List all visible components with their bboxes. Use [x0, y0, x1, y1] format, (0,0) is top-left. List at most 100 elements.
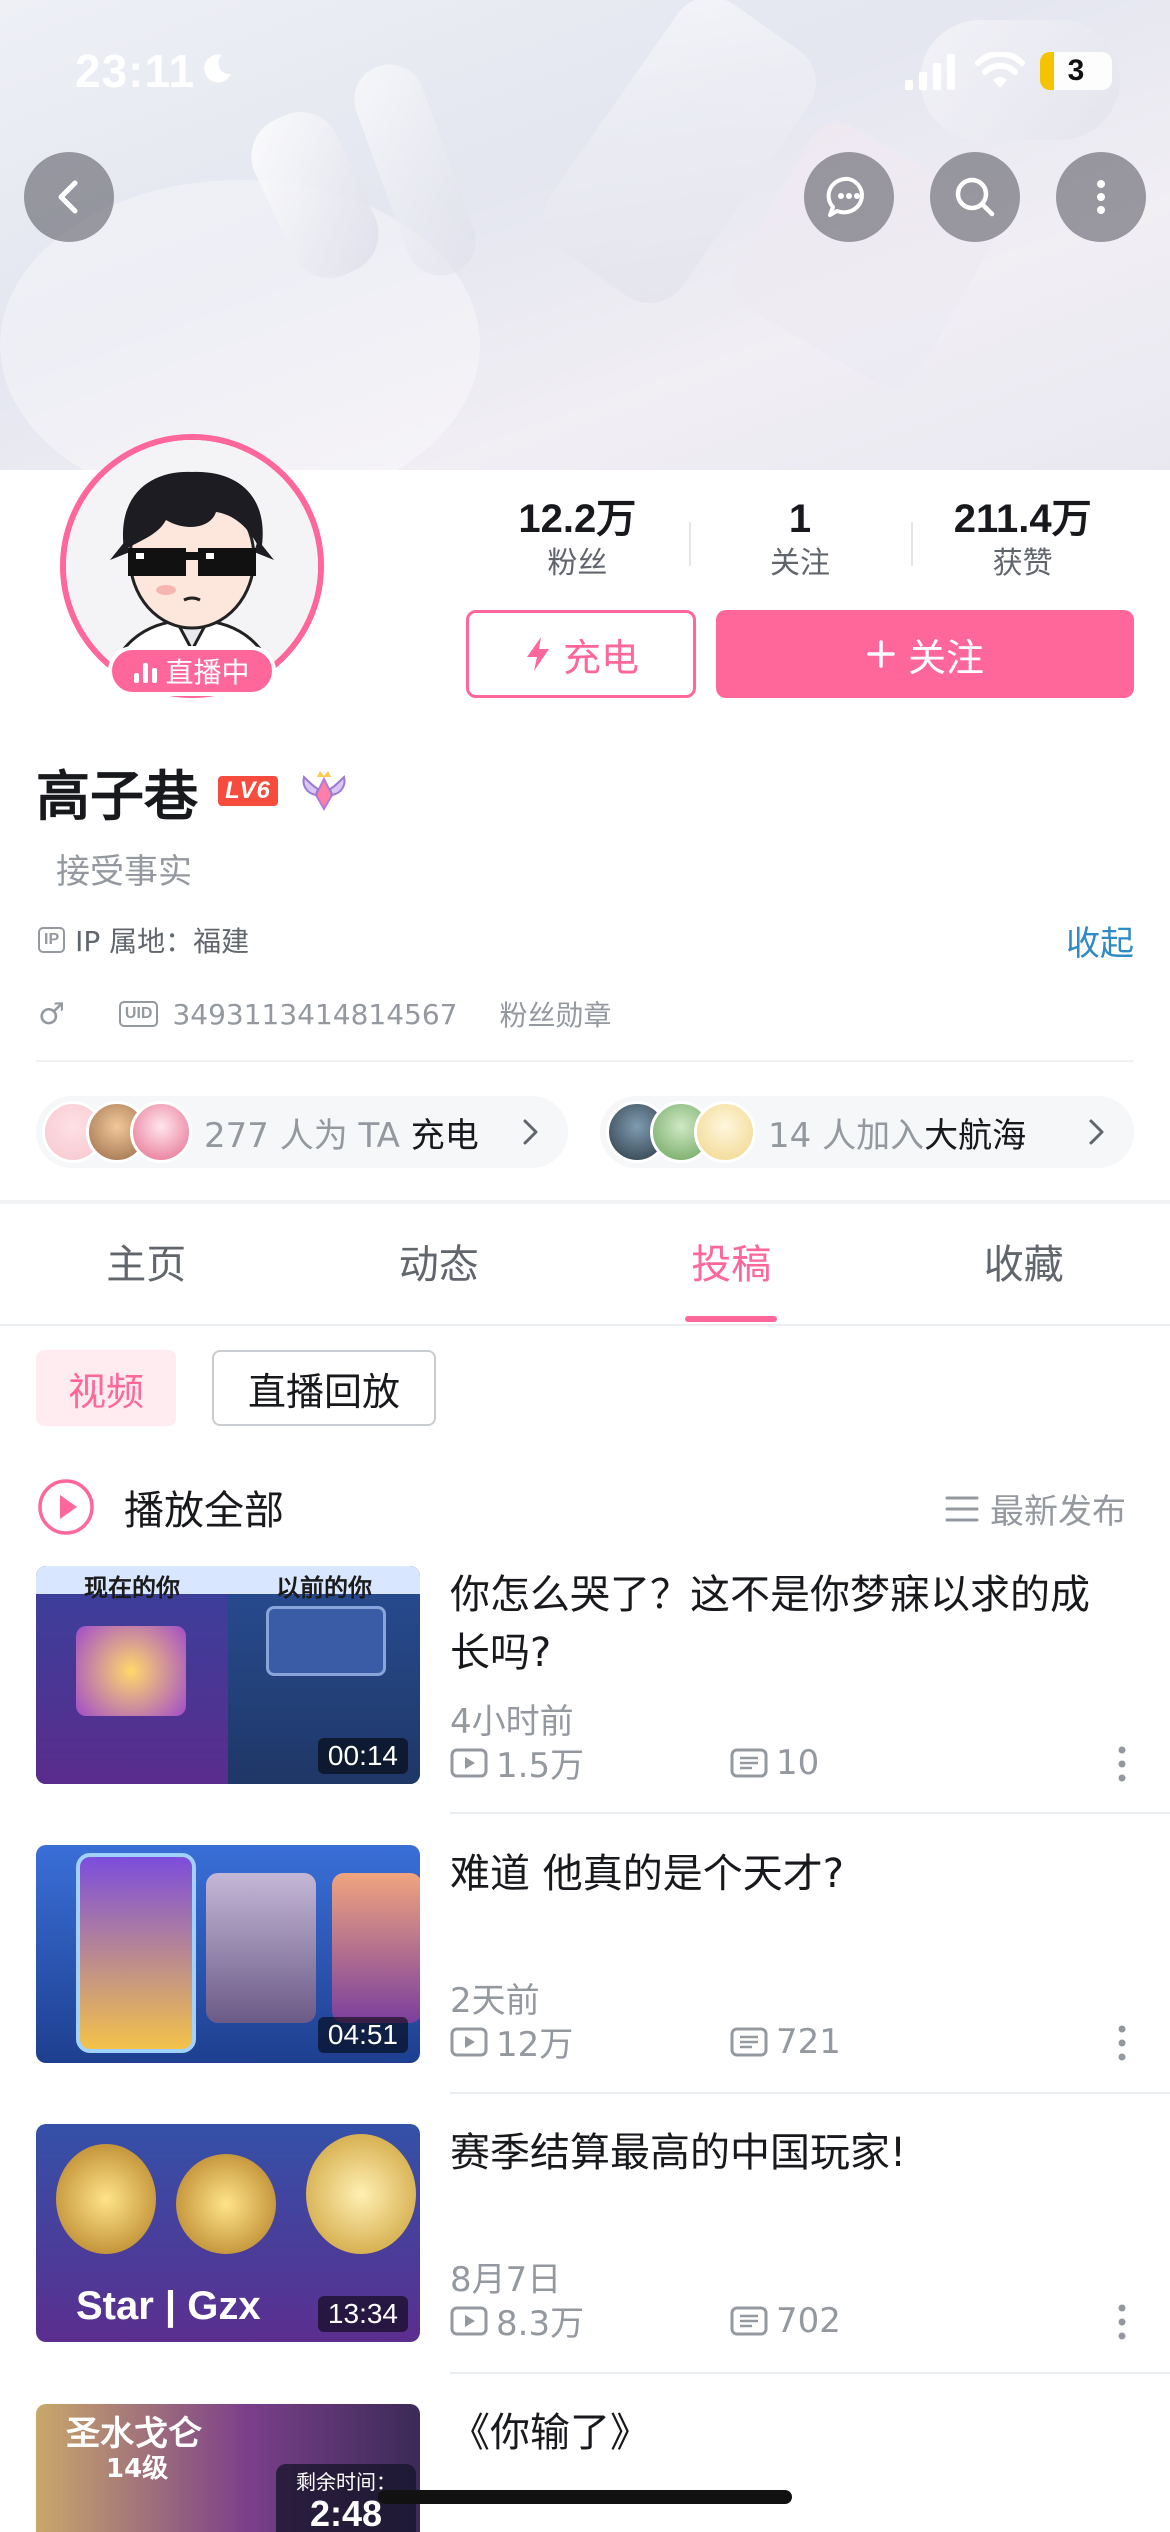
- video-item[interactable]: 04:51 难道 他真的是个天才? 2天前 12万 721: [0, 1845, 1170, 2115]
- thumbnail-image: [76, 1853, 196, 2053]
- collapse-link[interactable]: 收起: [1066, 916, 1134, 965]
- thumbnail-image: [76, 1626, 186, 1716]
- live-status-badge[interactable]: 直播中: [108, 646, 276, 696]
- more-vertical-icon[interactable]: [1108, 1742, 1136, 1786]
- avatar: [694, 1101, 756, 1163]
- charge-count: 277 人为 TA: [204, 1115, 400, 1156]
- status-time: 23:11: [75, 45, 196, 97]
- comment-count-value: 702: [776, 2300, 841, 2341]
- plus-icon: [867, 640, 895, 668]
- thumbnail-image: [56, 2144, 156, 2254]
- thumbnail-image: [306, 2134, 416, 2254]
- video-thumbnail[interactable]: 04:51: [36, 1845, 420, 2063]
- video-item[interactable]: 现在的你 以前的你 00:14 你怎么哭了？这不是你梦寐以求的成长吗? 4小时前…: [0, 1566, 1170, 1836]
- charge-button[interactable]: 充电: [466, 610, 696, 698]
- video-duration: 00:14: [317, 1738, 408, 1774]
- stat-fans[interactable]: 12.2万 粉丝: [466, 494, 689, 584]
- follow-button[interactable]: 关注: [716, 610, 1134, 698]
- list-sort-icon: [945, 1496, 979, 1521]
- video-item[interactable]: 圣水戈仑 14级 剩余时间： 2:48 《你输了》: [0, 2404, 1170, 2532]
- tab-dynamics[interactable]: 动态: [293, 1212, 586, 1322]
- video-title[interactable]: 你怎么哭了？这不是你梦寐以求的成长吗?: [450, 1566, 1110, 1682]
- video-duration: 04:51: [317, 2017, 408, 2053]
- thumbnail-text: 以前的你: [276, 1574, 372, 1602]
- crew-members-pill[interactable]: 14 人加入大航海: [600, 1096, 1134, 1168]
- video-thumbnail[interactable]: 圣水戈仑 14级 剩余时间： 2:48: [36, 2404, 420, 2532]
- more-vertical-icon[interactable]: [1108, 2300, 1136, 2344]
- play-all-label: 播放全部: [124, 1488, 284, 1534]
- follow-label: 关注: [907, 635, 984, 680]
- video-title[interactable]: 难道 他真的是个天才?: [450, 1845, 1110, 1903]
- fan-medal-link[interactable]: 粉丝勋章: [500, 994, 612, 1034]
- avatar: [130, 1101, 192, 1163]
- stat-likes[interactable]: 211.4万 获赞: [911, 494, 1134, 584]
- battery-level: 3: [1067, 54, 1085, 87]
- comment-count: 10: [730, 1743, 819, 1783]
- charge-supporters-text: 277 人为 TA 充电: [204, 1108, 479, 1157]
- back-button[interactable]: [24, 152, 114, 242]
- status-bar: 23:11 3: [0, 0, 1170, 140]
- more-vertical-icon[interactable]: [1108, 2021, 1136, 2065]
- search-button[interactable]: [930, 152, 1020, 242]
- ip-text: IP 属地：福建: [75, 925, 250, 958]
- tab-uploads[interactable]: 投稿: [585, 1212, 878, 1322]
- view-count: 1.5万: [450, 1738, 730, 1787]
- crew-count: 14 人加入: [768, 1115, 925, 1156]
- play-all-button[interactable]: 播放全部: [36, 1474, 284, 1540]
- name-row: 高子巷 LV6: [36, 756, 350, 828]
- video-item[interactable]: Star | Gzx 13:34 赛季结算最高的中国玩家! 8月7日 8.3万 …: [0, 2124, 1170, 2394]
- lightning-icon: [526, 637, 549, 671]
- view-count: 8.3万: [450, 2296, 730, 2345]
- live-label: 直播中: [165, 656, 250, 689]
- video-thumbnail[interactable]: Star | Gzx 13:34: [36, 2124, 420, 2342]
- thumbnail-image: [332, 1873, 420, 2023]
- section-gap: [0, 1200, 1170, 1204]
- sort-button[interactable]: 最新发布: [944, 1484, 1126, 1533]
- stat-label: 获赞: [992, 546, 1053, 581]
- play-count-icon: [450, 1748, 488, 1777]
- profile-stats: 12.2万 粉丝 1 关注 211.4万 获赞: [466, 494, 1134, 584]
- more-button[interactable]: [1056, 152, 1146, 242]
- thumbnail-image: [206, 1873, 316, 2023]
- crown-wings-icon[interactable]: [298, 765, 350, 817]
- level-badge[interactable]: LV6: [218, 776, 278, 806]
- thumbnail-text: 现在的你: [84, 1574, 180, 1602]
- moon-icon: [204, 54, 231, 83]
- video-title[interactable]: 《你输了》: [450, 2404, 1110, 2462]
- play-circle-icon: [38, 1479, 94, 1535]
- video-title[interactable]: 赛季结算最高的中国玩家!: [450, 2124, 1110, 2182]
- play-count-icon: [450, 2027, 488, 2056]
- stat-value: 211.4万: [953, 497, 1092, 541]
- comment-count: 702: [730, 2301, 841, 2341]
- divider: [450, 1812, 1170, 1814]
- stat-label: 关注: [770, 546, 830, 581]
- ip-badge: IP: [38, 927, 66, 953]
- signal-icon: [905, 54, 955, 90]
- subtab-live-replay[interactable]: 直播回放: [212, 1350, 436, 1426]
- thumbnail-text: Star | Gzx: [76, 2284, 261, 2328]
- tab-favorites[interactable]: 收藏: [878, 1212, 1170, 1322]
- home-indicator[interactable]: [378, 2490, 792, 2504]
- supporter-avatars: [42, 1101, 192, 1163]
- stat-value: 12.2万: [518, 497, 637, 541]
- uid-row: ♂ UID 3493113414814567 粉丝勋章: [38, 994, 612, 1034]
- tab-home[interactable]: 主页: [0, 1212, 293, 1322]
- charge-supporters-pill[interactable]: 277 人为 TA 充电: [36, 1096, 568, 1168]
- uid-value[interactable]: 3493113414814567: [172, 998, 457, 1031]
- ip-location: IP IP 属地：福建: [38, 920, 249, 960]
- chevron-right-icon: [523, 1119, 538, 1145]
- chevron-right-icon: [1089, 1119, 1104, 1145]
- charge-word: 充电: [410, 1115, 479, 1156]
- stat-following[interactable]: 1 关注: [688, 494, 912, 584]
- uid-badge: UID: [118, 1001, 159, 1027]
- view-count: 12万: [450, 2017, 730, 2066]
- message-button[interactable]: [804, 152, 894, 242]
- subtab-videos[interactable]: 视频: [36, 1350, 176, 1426]
- battery-icon: 3: [1040, 52, 1112, 90]
- divider: [450, 2092, 1170, 2094]
- charge-label: 充电: [562, 635, 639, 680]
- search-icon: [955, 177, 995, 217]
- stat-value: 1: [788, 497, 812, 541]
- video-thumbnail[interactable]: 现在的你 以前的你 00:14: [36, 1566, 420, 1784]
- divider: [450, 2372, 1170, 2374]
